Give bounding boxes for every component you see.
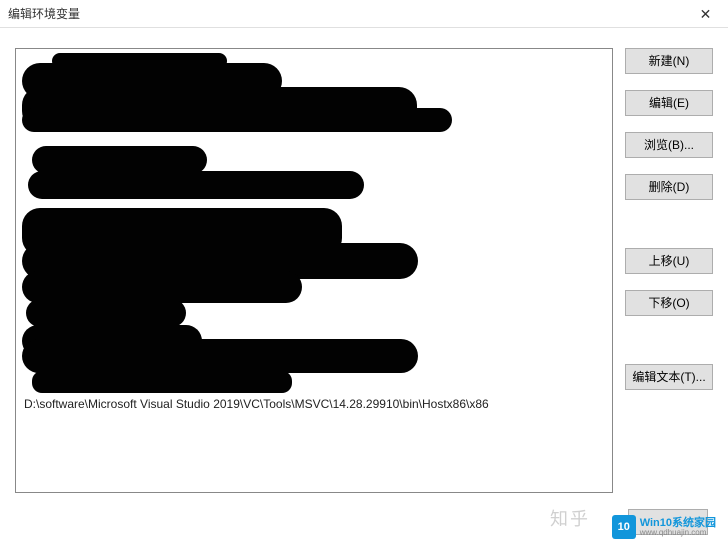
titlebar: 编辑环境变量 ✕: [0, 0, 728, 28]
close-button[interactable]: ✕: [683, 0, 728, 28]
dialog-body: D:\software\Microsoft Visual Studio 2019…: [0, 28, 728, 503]
dialog-footer: [628, 509, 708, 535]
footer-button[interactable]: [628, 509, 708, 535]
watermark-text: 知乎: [550, 505, 590, 531]
button-column: 新建(N) 编辑(E) 浏览(B)... 删除(D) 上移(U) 下移(O) 编…: [625, 48, 713, 493]
edit-text-button[interactable]: 编辑文本(T)...: [625, 364, 713, 390]
browse-button[interactable]: 浏览(B)...: [625, 132, 713, 158]
redacted-entries: [22, 53, 606, 393]
close-icon: ✕: [700, 6, 712, 23]
list-item[interactable]: D:\software\Microsoft Visual Studio 2019…: [22, 395, 606, 413]
delete-button[interactable]: 删除(D): [625, 174, 713, 200]
new-button[interactable]: 新建(N): [625, 48, 713, 74]
edit-button[interactable]: 编辑(E): [625, 90, 713, 116]
move-down-button[interactable]: 下移(O): [625, 290, 713, 316]
move-up-button[interactable]: 上移(U): [625, 248, 713, 274]
dialog-title: 编辑环境变量: [8, 5, 80, 22]
env-var-listbox[interactable]: D:\software\Microsoft Visual Studio 2019…: [15, 48, 613, 493]
